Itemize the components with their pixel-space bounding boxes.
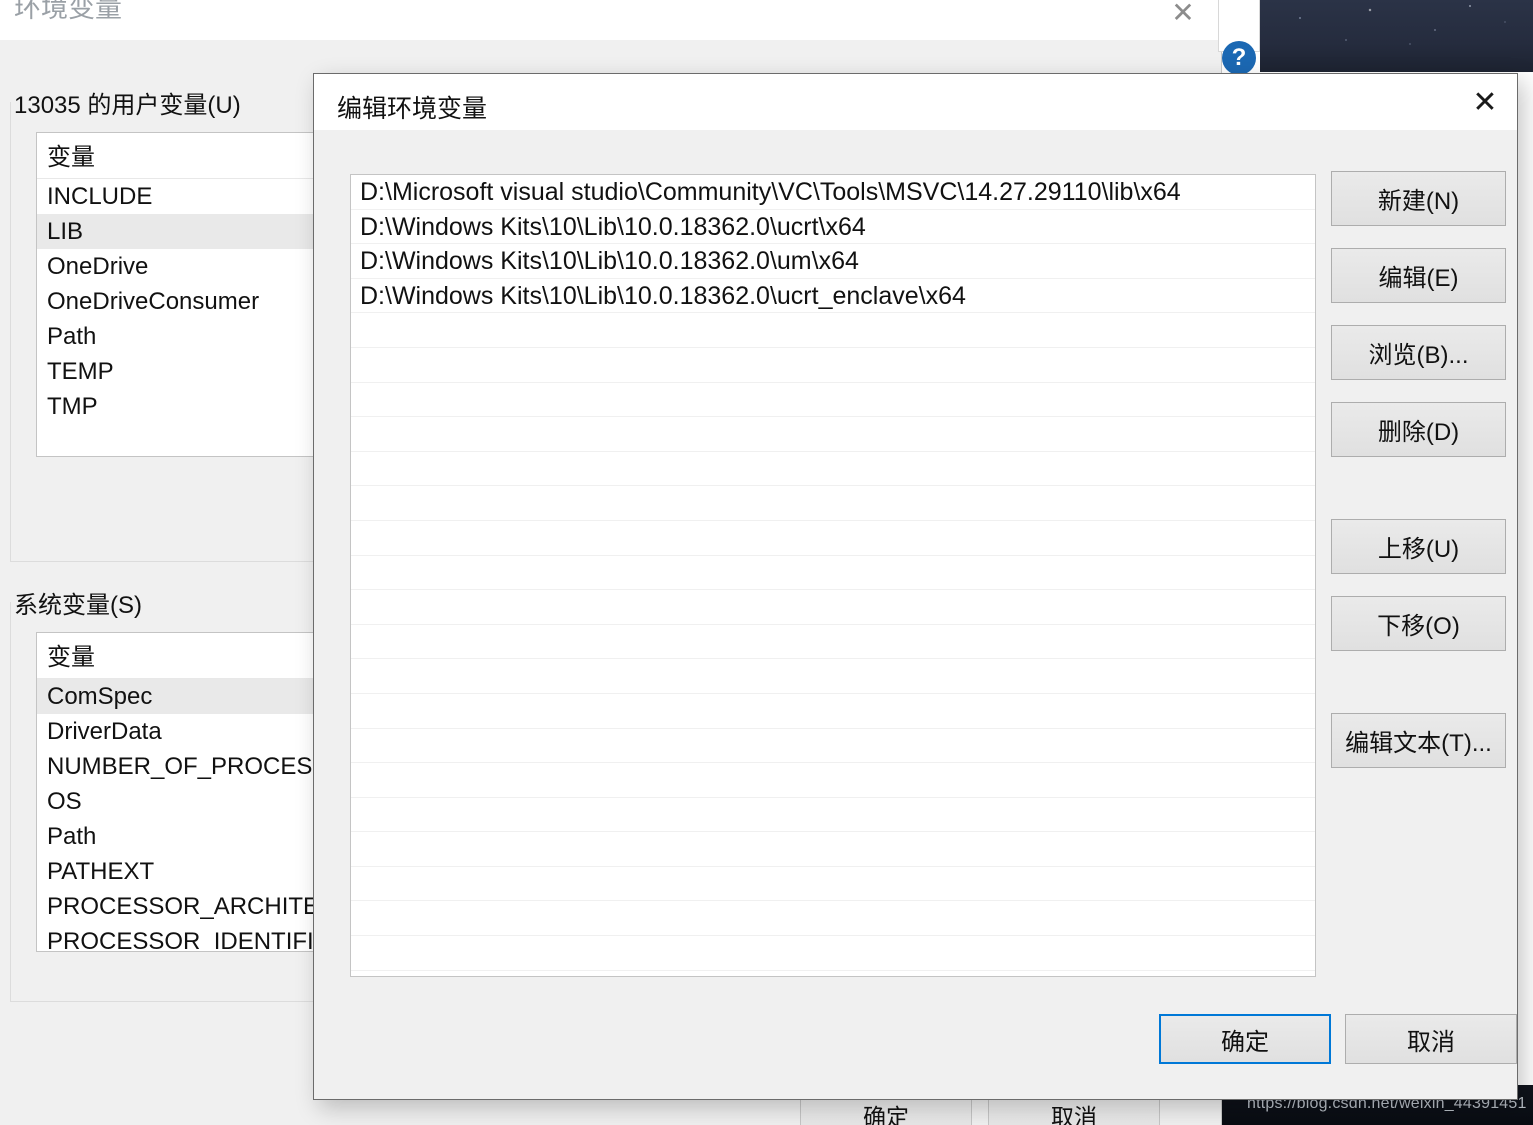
path-row[interactable]: D:\Windows Kits\10\Lib\10.0.18362.0\um\x… bbox=[351, 244, 1315, 279]
path-row-empty[interactable] bbox=[351, 486, 1315, 521]
path-row[interactable]: D:\Microsoft visual studio\Community\VC\… bbox=[351, 175, 1315, 210]
help-icon[interactable]: ? bbox=[1222, 41, 1256, 75]
path-list[interactable]: D:\Microsoft visual studio\Community\VC\… bbox=[350, 174, 1316, 977]
close-icon[interactable]: ✕ bbox=[1160, 0, 1206, 32]
path-row-empty[interactable] bbox=[351, 383, 1315, 418]
dialog-titlebar: 编辑环境变量 ✕ bbox=[314, 74, 1517, 130]
path-row-empty[interactable] bbox=[351, 313, 1315, 348]
move-up-button[interactable]: 上移(U) bbox=[1331, 519, 1506, 574]
path-row-empty[interactable] bbox=[351, 694, 1315, 729]
edit-environment-variable-dialog: 编辑环境变量 ✕ D:\Microsoft visual studio\Comm… bbox=[313, 73, 1518, 1100]
path-row-empty[interactable] bbox=[351, 521, 1315, 556]
path-rows: D:\Microsoft visual studio\Community\VC\… bbox=[351, 175, 1315, 971]
path-row-empty[interactable] bbox=[351, 452, 1315, 487]
dialog-cancel-button[interactable]: 取消 bbox=[1345, 1014, 1517, 1064]
path-row-empty[interactable] bbox=[351, 659, 1315, 694]
path-row-empty[interactable] bbox=[351, 867, 1315, 902]
path-row-empty[interactable] bbox=[351, 763, 1315, 798]
path-row-empty[interactable] bbox=[351, 348, 1315, 383]
desktop-wallpaper bbox=[1260, 0, 1533, 72]
path-row-empty[interactable] bbox=[351, 556, 1315, 591]
path-row[interactable]: D:\Windows Kits\10\Lib\10.0.18362.0\ucrt… bbox=[351, 279, 1315, 314]
parent-window-title: 环境变量 bbox=[14, 0, 122, 23]
parent-titlebar: 环境变量 ✕ bbox=[0, 0, 1222, 40]
close-icon[interactable]: ✕ bbox=[1453, 74, 1517, 130]
path-row-empty[interactable] bbox=[351, 832, 1315, 867]
path-row-empty[interactable] bbox=[351, 936, 1315, 971]
path-row-empty[interactable] bbox=[351, 417, 1315, 452]
dialog-ok-button[interactable]: 确定 bbox=[1159, 1014, 1331, 1064]
path-row-empty[interactable] bbox=[351, 729, 1315, 764]
path-row-empty[interactable] bbox=[351, 625, 1315, 660]
path-row-empty[interactable] bbox=[351, 798, 1315, 833]
screen: https://blog.csdn.net/weixin_44391451 环境… bbox=[0, 0, 1533, 1125]
edit-text-button[interactable]: 编辑文本(T)... bbox=[1331, 713, 1506, 768]
new-button[interactable]: 新建(N) bbox=[1331, 171, 1506, 226]
path-row[interactable]: D:\Windows Kits\10\Lib\10.0.18362.0\ucrt… bbox=[351, 210, 1315, 245]
browse-button[interactable]: 浏览(B)... bbox=[1331, 325, 1506, 380]
dialog-title: 编辑环境变量 bbox=[337, 95, 488, 123]
path-row-empty[interactable] bbox=[351, 590, 1315, 625]
move-down-button[interactable]: 下移(O) bbox=[1331, 596, 1506, 651]
edit-button[interactable]: 编辑(E) bbox=[1331, 248, 1506, 303]
delete-button[interactable]: 删除(D) bbox=[1331, 402, 1506, 457]
path-row-empty[interactable] bbox=[351, 901, 1315, 937]
